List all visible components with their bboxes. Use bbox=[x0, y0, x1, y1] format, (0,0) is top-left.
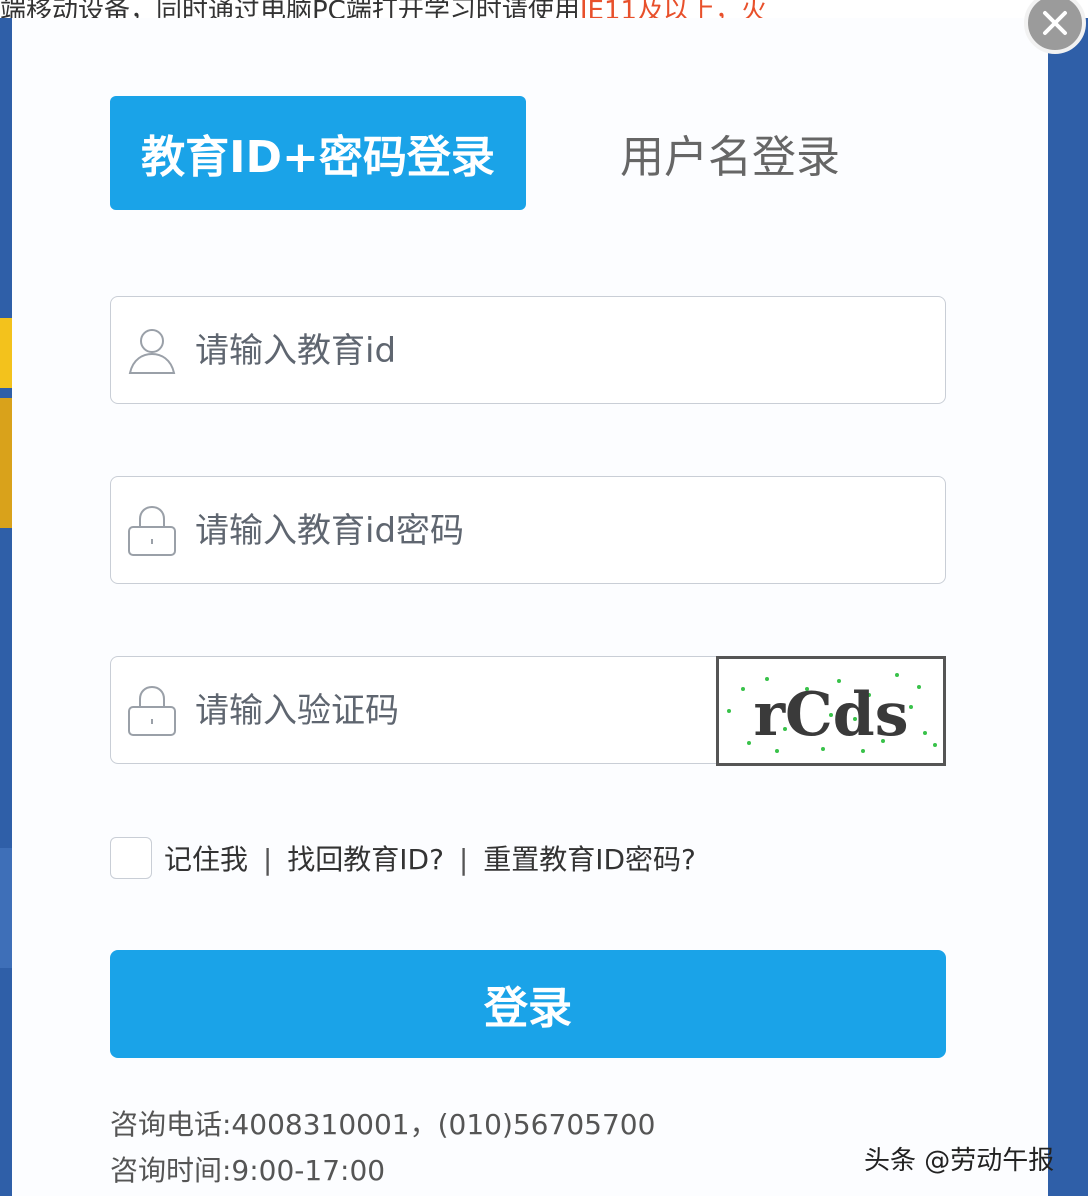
close-icon bbox=[1043, 11, 1067, 35]
login-tabs: 教育ID+密码登录 用户名登录 bbox=[110, 96, 950, 210]
contact-info: 咨询电话:4008310001，(010)56705700 咨询时间:9:00-… bbox=[110, 1102, 655, 1194]
watermark: 头条 @劳动午报 bbox=[864, 1146, 1055, 1176]
captcha-image[interactable]: rCds bbox=[716, 656, 946, 766]
edu-id-placeholder: 请输入教育id bbox=[195, 331, 397, 371]
tab-edu-id-login[interactable]: 教育ID+密码登录 bbox=[110, 96, 526, 210]
captcha-placeholder: 请输入验证码 bbox=[195, 691, 399, 731]
remember-me-checkbox[interactable] bbox=[110, 837, 152, 879]
separator: | bbox=[262, 843, 273, 876]
find-edu-id-link[interactable]: 找回教育ID? bbox=[287, 843, 444, 876]
background-left-edge bbox=[0, 18, 12, 1196]
user-icon bbox=[125, 323, 179, 377]
background-right-edge bbox=[1048, 18, 1088, 1196]
remember-me-label[interactable]: 记住我 bbox=[164, 843, 248, 876]
edu-id-input[interactable]: 请输入教育id bbox=[110, 296, 946, 404]
reset-password-link[interactable]: 重置教育ID密码? bbox=[483, 843, 696, 876]
captcha-input[interactable]: 请输入验证码 bbox=[110, 656, 716, 764]
login-links: 记住我 | 找回教育ID? | 重置教育ID密码? bbox=[164, 838, 696, 878]
lock-icon bbox=[125, 503, 179, 557]
login-button[interactable]: 登录 bbox=[110, 950, 946, 1058]
captcha-text: rCds bbox=[753, 680, 908, 750]
background-banner: 端移动设备，同时通过电脑PC端打开学习时请使用IE11及以上，火 bbox=[0, 0, 1088, 18]
contact-hours: 咨询时间:9:00-17:00 bbox=[110, 1154, 386, 1187]
login-modal: 教育ID+密码登录 用户名登录 请输入教育id 请输入教育id密码 请输入验证码… bbox=[12, 18, 1048, 1196]
contact-phone: 咨询电话:4008310001，(010)56705700 bbox=[110, 1108, 656, 1141]
login-options: 记住我 | 找回教育ID? | 重置教育ID密码? bbox=[110, 836, 696, 880]
tab-username-login[interactable]: 用户名登录 bbox=[610, 96, 850, 210]
lock-icon bbox=[125, 683, 179, 737]
password-input[interactable]: 请输入教育id密码 bbox=[110, 476, 946, 584]
password-placeholder: 请输入教育id密码 bbox=[195, 511, 465, 551]
separator: | bbox=[458, 843, 469, 876]
background-banner-text: 端移动设备，同时通过电脑PC端打开学习时请使用IE11及以上，火 bbox=[0, 0, 768, 18]
